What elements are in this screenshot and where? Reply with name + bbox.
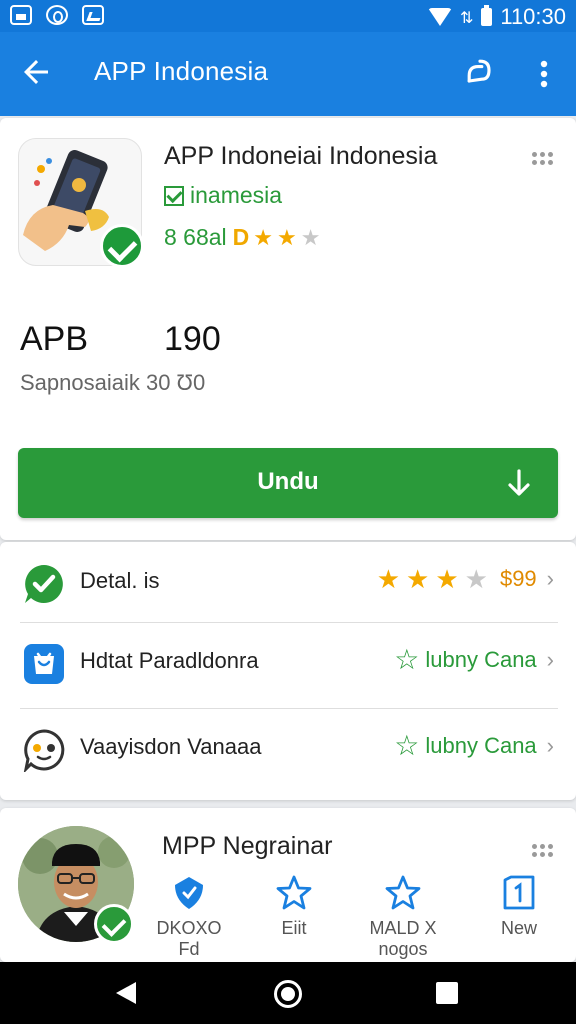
wifi-icon — [427, 8, 452, 26]
developer-name: inamesia — [190, 182, 283, 208]
bookmark-new-icon — [503, 875, 535, 910]
star-full-icon: ★ — [435, 564, 459, 594]
list-item-action-label: lubny Cana — [425, 733, 537, 758]
star-outline-icon — [276, 875, 312, 910]
shop-bag-icon — [24, 644, 64, 684]
list-item[interactable]: Hdtat Paradldonra ☆ lubny Cana › — [0, 622, 576, 708]
more-vert-icon — [540, 60, 548, 88]
whatsapp-icon — [25, 565, 63, 603]
share-icon — [467, 59, 491, 83]
verified-badge — [100, 224, 144, 268]
battery-icon — [481, 5, 493, 26]
publisher-title: ΜPP Negrainar — [162, 832, 333, 860]
list-item-label: Vaayisdon Vanaaa — [80, 734, 262, 759]
star-full-icon: ★ — [406, 564, 430, 594]
share-button[interactable] — [462, 54, 502, 94]
nav-recents-button[interactable] — [436, 982, 458, 1004]
list-item-label: Detal. is — [80, 568, 160, 593]
photo-notification-icon — [10, 5, 32, 25]
system-nav-bar — [0, 962, 576, 1024]
app-bar: APP Indonesia — [0, 32, 576, 116]
nav-back-button[interactable] — [116, 982, 136, 1004]
star-outline-icon: ☆ — [394, 644, 420, 675]
list-item-rating: ★ ★ ★ ★ $99 › — [377, 566, 554, 592]
star-outline-icon: ☆ — [394, 730, 420, 761]
list-item-action: ☆ lubny Cana › — [394, 646, 554, 674]
shield-icon — [175, 877, 203, 909]
status-indicators: ⇅ 110:30 — [427, 4, 566, 30]
back-button[interactable] — [18, 54, 58, 94]
chevron-right-icon: › — [546, 647, 554, 672]
developer-row[interactable]: inamesia — [164, 182, 282, 209]
chevron-right-icon: › — [546, 566, 554, 591]
checkbox-icon — [164, 185, 184, 206]
app-subtitle: Sapnosaiaik 30 Ʊ0 — [20, 370, 206, 395]
verified-badge — [94, 904, 134, 944]
list-item-action-label: lubny Cana — [425, 647, 537, 672]
list-item-action: ☆ lubny Cana › — [394, 732, 554, 760]
signal-icon: ⇅ — [459, 7, 474, 27]
action-label: DKOXO Fd — [156, 918, 222, 959]
chat-face-icon — [23, 729, 65, 772]
list-item-label: Hdtat Paradldonra — [80, 648, 259, 673]
list-item[interactable]: Detal. is ★ ★ ★ ★ $99 › — [0, 542, 576, 628]
rating-count: 8 68al — [164, 224, 227, 250]
list-item[interactable]: Vaayisdon Vanaaa ☆ lubny Cana › — [0, 708, 576, 794]
size-label: APB — [20, 320, 89, 358]
card-options-button[interactable] — [532, 844, 554, 860]
info-list-card: Detal. is ★ ★ ★ ★ $99 › Hdtat Paradldonr… — [0, 542, 576, 800]
star-full-icon: ★ — [277, 224, 297, 250]
action-label: MALD X nogos — [369, 918, 437, 959]
action-mail[interactable]: MALD X nogos — [358, 874, 448, 960]
app-detail-card: APP Indoneiai Indonesia inamesia 8 68al … — [0, 118, 576, 540]
rating-row: 8 68al D ★ ★ ★ — [164, 224, 321, 251]
status-bar: ⇅ 110:30 — [0, 0, 576, 32]
status-notifications — [10, 5, 104, 25]
overflow-menu-button[interactable] — [528, 54, 560, 94]
account-notification-icon — [46, 5, 68, 25]
app-name: APP Indoneiai Indonesia — [164, 142, 438, 170]
star-outline-icon — [385, 875, 421, 910]
action-new[interactable]: New — [474, 874, 564, 939]
size-value: 190 — [164, 320, 221, 358]
rating-glyph: D — [232, 224, 250, 250]
star-full-icon: ★ — [253, 224, 274, 250]
publisher-card: ΜPP Negrainar DKOXO Fd Eiit MALD X nogos… — [0, 808, 576, 962]
star-empty-icon: ★ — [464, 564, 488, 594]
arrow-left-icon — [24, 60, 48, 84]
action-shield[interactable]: DKOXO Fd — [144, 874, 234, 960]
page-title: APP Indonesia — [94, 56, 269, 86]
chevron-right-icon: › — [546, 733, 554, 758]
action-edit[interactable]: Eiit — [249, 874, 339, 939]
list-item-price: $99 — [499, 566, 537, 591]
action-label: New — [500, 918, 537, 938]
star-full-icon: ★ — [376, 564, 401, 594]
image-notification-icon — [82, 5, 104, 25]
clock: 110:30 — [500, 4, 566, 29]
download-arrow-icon — [508, 469, 530, 496]
star-empty-icon: ★ — [300, 224, 321, 250]
action-label: Eiit — [281, 918, 307, 938]
card-options-button[interactable] — [532, 152, 554, 168]
download-label: Undu — [257, 468, 319, 495]
nav-home-button[interactable] — [274, 980, 302, 1008]
download-button[interactable]: Undu — [18, 448, 558, 518]
